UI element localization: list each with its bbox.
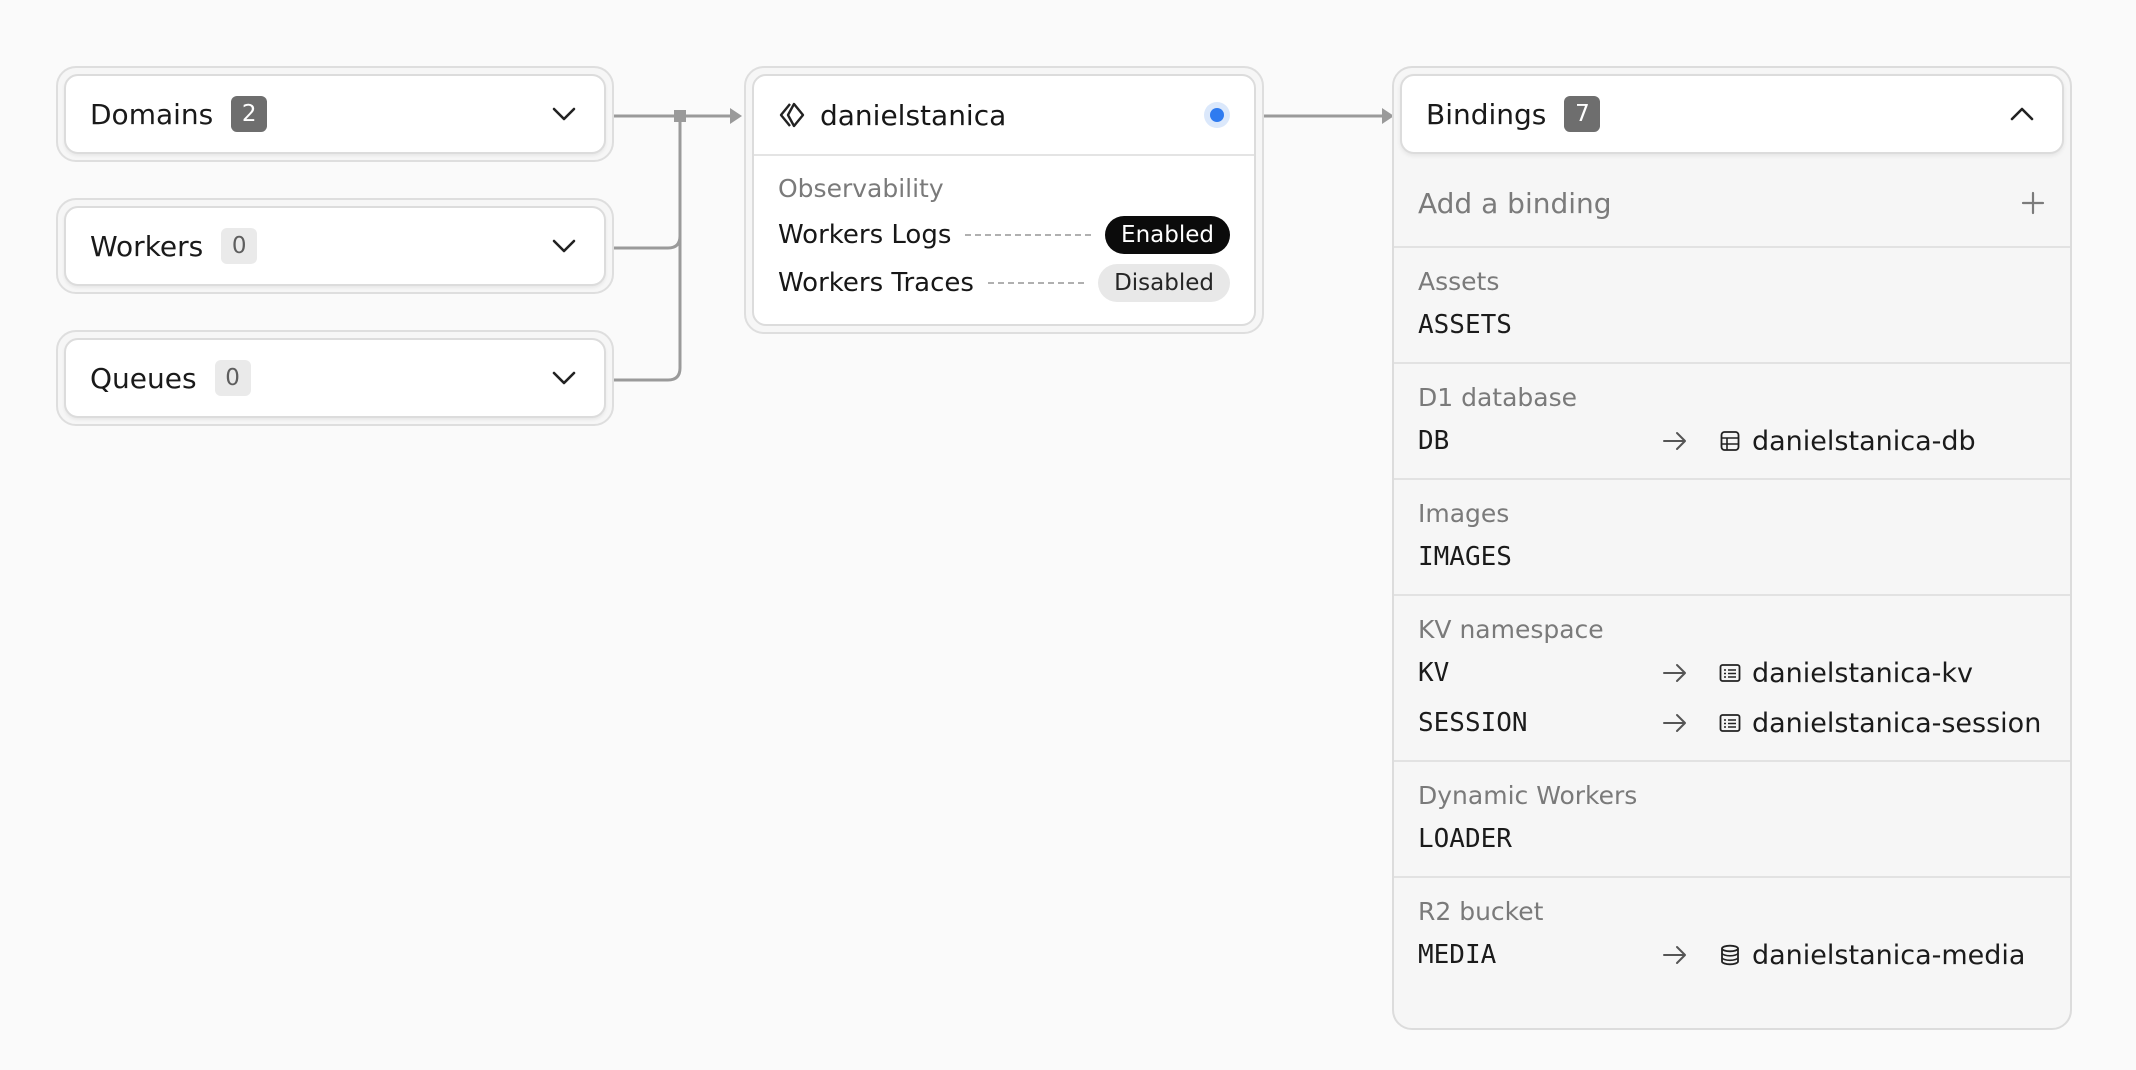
worker-card: danielstanica Observability Workers Logs… xyxy=(744,66,1264,334)
queues-label: Queues xyxy=(90,361,197,395)
kv-list-icon xyxy=(1719,664,1741,682)
domains-card: Domains 2 xyxy=(56,66,614,162)
plus-icon[interactable] xyxy=(2020,190,2046,216)
binding-name: MEDIA xyxy=(1418,940,1497,970)
queues-count-badge: 0 xyxy=(214,360,251,396)
binding-group-title: R2 bucket xyxy=(1418,897,1544,926)
chevron-up-icon[interactable] xyxy=(2006,98,2038,130)
dashed-leader xyxy=(965,234,1092,236)
binding-row[interactable]: IMAGES xyxy=(1418,532,2046,582)
workers-count-badge: 0 xyxy=(221,228,258,264)
database-table-icon xyxy=(1720,431,1740,451)
binding-name: DB xyxy=(1418,426,1450,456)
domains-label: Domains xyxy=(90,97,214,131)
kv-list-icon xyxy=(1719,714,1741,732)
binding-row[interactable]: LOADER xyxy=(1418,814,2046,864)
arrow-right-icon xyxy=(1663,664,1686,682)
chevron-down-icon[interactable] xyxy=(548,230,580,262)
binding-name: IMAGES xyxy=(1418,542,1512,572)
bucket-icon xyxy=(1721,944,1739,966)
binding-group-title: Images xyxy=(1418,499,1510,528)
workers-label: Workers xyxy=(90,229,204,263)
workers-traces-status-badge: Disabled xyxy=(1098,264,1230,302)
binding-target-link[interactable]: danielstanica-db xyxy=(1752,426,1976,457)
domains-dropdown[interactable]: Domains 2 xyxy=(64,74,606,154)
queues-card: Queues 0 xyxy=(56,330,614,426)
workers-logs-row: Workers Logs Enabled xyxy=(778,211,1230,259)
binding-group-title: D1 database xyxy=(1418,383,1578,412)
worker-card-body[interactable]: danielstanica Observability Workers Logs… xyxy=(752,74,1256,326)
binding-group-images: Images IMAGES xyxy=(1394,480,2070,596)
bindings-panel: Bindings 7 Add a binding Assets ASSETS D… xyxy=(1392,66,2072,1030)
binding-name: SESSION xyxy=(1418,708,1528,738)
binding-group-title: Dynamic Workers xyxy=(1418,781,1638,810)
binding-row[interactable]: MEDIA danielstanica-media xyxy=(1418,930,2046,980)
bindings-header[interactable]: Bindings 7 xyxy=(1400,74,2064,154)
bindings-title: Bindings xyxy=(1426,97,1547,131)
chevron-down-icon[interactable] xyxy=(548,98,580,130)
workers-dropdown[interactable]: Workers 0 xyxy=(64,206,606,286)
arrow-right-icon xyxy=(1663,714,1686,732)
workers-traces-label: Workers Traces xyxy=(778,268,974,298)
add-binding-label: Add a binding xyxy=(1418,186,1612,220)
add-binding-button[interactable]: Add a binding xyxy=(1394,160,2070,248)
binding-group-d1-database: D1 database DB danielstanica-db xyxy=(1394,364,2070,480)
workers-logs-status-badge: Enabled xyxy=(1105,216,1230,254)
worker-code-icon xyxy=(779,102,805,128)
binding-target-link[interactable]: danielstanica-session xyxy=(1752,708,2041,739)
binding-row[interactable]: KV danielstanica-kv xyxy=(1418,648,2046,698)
workers-card: Workers 0 xyxy=(56,198,614,294)
observability-title: Observability xyxy=(778,174,944,203)
domains-count-badge: 2 xyxy=(231,96,268,132)
chevron-down-icon[interactable] xyxy=(548,362,580,394)
arrow-right-icon xyxy=(1663,946,1686,964)
workers-logs-label: Workers Logs xyxy=(778,220,952,250)
workers-traces-row: Workers Traces Disabled xyxy=(778,259,1230,307)
dashed-leader xyxy=(987,282,1085,284)
binding-target-link[interactable]: danielstanica-media xyxy=(1752,940,2025,971)
bindings-count-badge: 7 xyxy=(1564,96,1601,132)
binding-row[interactable]: SESSION danielstanica-session xyxy=(1418,698,2046,748)
binding-group-title: Assets xyxy=(1418,267,1500,296)
binding-group-r2-bucket: R2 bucket MEDIA danielstanica-media xyxy=(1394,878,2070,992)
binding-group-dynamic-workers: Dynamic Workers LOADER xyxy=(1394,762,2070,878)
status-indicator xyxy=(1204,102,1230,128)
binding-name: LOADER xyxy=(1418,824,1512,854)
worker-header: danielstanica xyxy=(754,76,1254,156)
arrow-right-icon xyxy=(1663,432,1686,450)
binding-row[interactable]: ASSETS xyxy=(1418,300,2046,350)
queues-dropdown[interactable]: Queues 0 xyxy=(64,338,606,418)
binding-row[interactable]: DB danielstanica-db xyxy=(1418,416,2046,466)
binding-group-title: KV namespace xyxy=(1418,615,1604,644)
observability-section: Observability Workers Logs Enabled Worke… xyxy=(754,156,1254,307)
binding-group-kv-namespace: KV namespace KV danielstanica-kv SESSION xyxy=(1394,596,2070,762)
binding-name: ASSETS xyxy=(1418,310,1512,340)
binding-name: KV xyxy=(1418,658,1450,688)
worker-name: danielstanica xyxy=(820,98,1007,132)
bindings-list: Add a binding Assets ASSETS D1 database … xyxy=(1394,160,2070,992)
binding-target-link[interactable]: danielstanica-kv xyxy=(1752,658,1973,689)
binding-group-assets: Assets ASSETS xyxy=(1394,248,2070,364)
